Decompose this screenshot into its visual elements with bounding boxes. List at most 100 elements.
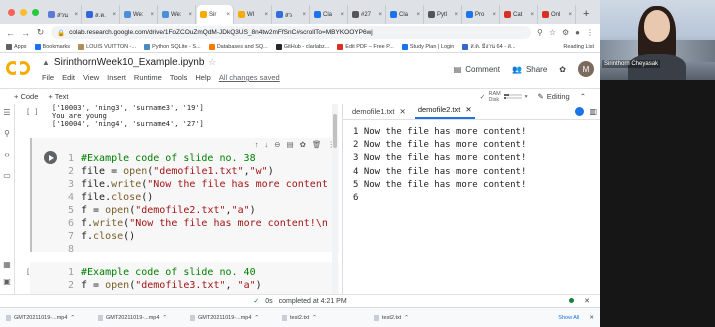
tab-close-icon[interactable]: ×	[568, 12, 572, 18]
download-item[interactable]: test2.txt ⌃	[282, 314, 368, 321]
code-cell-2[interactable]: 1 #Example code of slide no. 40 2 f = open(…	[30, 262, 339, 294]
browser-tab[interactable]: WI ×	[235, 5, 272, 24]
tab-demofile1[interactable]: demofile1.txt ✕	[349, 107, 409, 119]
tab-close-icon[interactable]: ×	[264, 12, 268, 18]
menu-item-view[interactable]: View	[83, 73, 99, 82]
command-palette-icon[interactable]: ▦	[3, 260, 11, 269]
colab-logo-icon[interactable]	[6, 60, 30, 76]
notebook-area[interactable]: [ ] ['10003', 'ning3', 'surname3', '19']…	[16, 104, 339, 294]
menu-item-help[interactable]: Help	[195, 73, 210, 82]
tab-demofile2[interactable]: demofile2.txt ✕	[414, 105, 475, 119]
info-icon[interactable]	[575, 107, 585, 116]
browser-tab[interactable]: We: ×	[159, 5, 196, 24]
scrollbar-thumb[interactable]	[333, 114, 337, 148]
download-item[interactable]: test2.txt ⌃	[374, 314, 460, 321]
chevron-up-icon[interactable]: ⌃	[254, 315, 259, 321]
tab-close-icon[interactable]: ×	[112, 12, 116, 18]
code-editor[interactable]: 1 #Example code of slide no. 38 2 file = op…	[68, 152, 328, 256]
tab-close-icon[interactable]: ×	[150, 12, 154, 18]
star-icon[interactable]: ☆	[208, 57, 216, 68]
bookmark-item[interactable]: Databases and SQ...	[208, 43, 268, 50]
browser-tab[interactable]: Cla ×	[311, 5, 348, 24]
bookmark-item[interactable]: Bookmarks	[34, 43, 70, 50]
tab-close-icon[interactable]: ×	[530, 12, 534, 18]
download-item[interactable]: GMT20211019-...mp4 ⌃	[98, 314, 184, 321]
comment-button[interactable]: ▤ Comment	[454, 65, 500, 74]
collapse-chevron-icon[interactable]: ⌃	[580, 92, 586, 101]
browser-tab[interactable]: Cla ×	[387, 5, 424, 24]
new-tab-button[interactable]: +	[577, 8, 589, 24]
tab-close-icon[interactable]: ×	[188, 12, 192, 18]
comment-cell-icon[interactable]: ▤	[287, 140, 294, 149]
share-button[interactable]: 👥 Share	[512, 65, 547, 74]
close-status-icon[interactable]: ✕	[584, 297, 590, 305]
bookmark-star-icon[interactable]: ☆	[549, 28, 556, 37]
bookmark-item[interactable]: LOUIS VUITTON -...	[78, 43, 136, 50]
bookmark-item[interactable]: Python SQLite - S...	[144, 43, 201, 50]
chevron-up-icon[interactable]: ⌃	[162, 315, 167, 321]
browser-tab[interactable]: ส่ว ×	[273, 5, 310, 24]
close-window-button[interactable]	[8, 9, 15, 16]
extension-icon[interactable]: ⚙	[562, 28, 569, 37]
chevron-up-icon[interactable]: ⌃	[404, 315, 409, 321]
link-icon[interactable]: ⊖	[274, 140, 280, 149]
browser-tab[interactable]: Cat ×	[501, 5, 538, 24]
bookmark-item[interactable]: ส.ต. มีงาน 64 - ส...	[462, 43, 516, 51]
editing-toggle[interactable]: ✎ Editing	[537, 92, 569, 101]
close-downloads-icon[interactable]: ✕	[589, 315, 594, 321]
more-icon[interactable]: ⋮	[586, 28, 594, 37]
bookmark-item[interactable]: GitHub - clarlabz...	[275, 43, 329, 50]
move-down-icon[interactable]: ↓	[265, 140, 269, 149]
reading-list-button[interactable]: Reading List	[563, 44, 594, 50]
maximize-window-button[interactable]	[32, 9, 39, 16]
table-of-contents-icon[interactable]: ☰	[3, 108, 10, 117]
menu-item-runtime[interactable]: Runtime	[134, 73, 162, 82]
tab-close-icon[interactable]: ×	[378, 12, 382, 18]
terminal-icon[interactable]: ▣	[3, 277, 11, 286]
move-up-icon[interactable]: ↑	[255, 140, 259, 149]
tab-close-icon[interactable]: ×	[74, 12, 78, 18]
browser-tab[interactable]: ส่วน ×	[45, 5, 82, 24]
tab-close-icon[interactable]: ×	[492, 12, 496, 18]
tab-close-icon[interactable]: ×	[340, 12, 344, 18]
panel-layout-icon[interactable]: ▥	[589, 107, 597, 116]
browser-tab[interactable]: Onl ×	[539, 5, 576, 24]
bookmark-item[interactable]: Apps	[6, 43, 27, 50]
tab-close-icon[interactable]: ×	[302, 12, 306, 18]
menu-item-tools[interactable]: Tools	[170, 73, 188, 82]
close-tab-icon[interactable]: ✕	[465, 105, 471, 114]
tab-close-icon[interactable]: ×	[226, 12, 230, 18]
browser-tab[interactable]: Pytl ×	[425, 5, 462, 24]
notebook-scrollbar[interactable]	[332, 104, 338, 294]
code-cell-active[interactable]: ↑ ↓ ⊖ ▤ ✿ 🗑 ⋮ 1 #Example code of slide no…	[30, 138, 339, 255]
files-folder-icon[interactable]: ▭	[3, 171, 11, 180]
bookmark-item[interactable]: Study Plan | Login	[401, 43, 454, 50]
add-text-button[interactable]: + Text	[48, 92, 68, 101]
zoom-icon[interactable]: ⚲	[537, 28, 543, 37]
menu-item-insert[interactable]: Insert	[107, 73, 126, 82]
tab-close-icon[interactable]: ×	[454, 12, 458, 18]
profile-icon[interactable]: ●	[575, 28, 580, 37]
search-icon[interactable]: ⚲	[4, 129, 10, 138]
menu-item-edit[interactable]: Edit	[62, 73, 75, 82]
bookmark-item[interactable]: Edit PDF – Free P...	[337, 43, 394, 50]
browser-tab[interactable]: We: ×	[121, 5, 158, 24]
previous-cell-number[interactable]: [ ]	[26, 108, 39, 116]
close-tab-icon[interactable]: ✕	[400, 107, 406, 116]
cell-settings-icon[interactable]: ✿	[300, 140, 306, 149]
browser-tab[interactable]: ส.ต. ×	[83, 5, 120, 24]
browser-tab[interactable]: Pro ×	[463, 5, 500, 24]
reload-icon[interactable]: ↻	[36, 27, 45, 38]
run-cell-button[interactable]	[44, 151, 57, 164]
code-snippets-icon[interactable]: ‹›	[4, 150, 9, 159]
download-item[interactable]: GMT20211019-...mp4 ⌃	[190, 314, 276, 321]
browser-tab[interactable]: Sir ×	[197, 5, 234, 24]
delete-cell-icon[interactable]: 🗑	[312, 140, 322, 149]
settings-gear-icon[interactable]: ✿	[559, 65, 566, 74]
back-icon[interactable]: ←	[6, 28, 15, 38]
show-all-button[interactable]: Show All	[558, 315, 579, 321]
url-field[interactable]: 🔒 colab.research.google.com/drive/1FoZCO…	[51, 26, 531, 39]
changes-saved-link[interactable]: All changes saved	[219, 73, 280, 82]
menu-item-file[interactable]: File	[42, 73, 54, 82]
forward-icon[interactable]: →	[21, 28, 30, 38]
